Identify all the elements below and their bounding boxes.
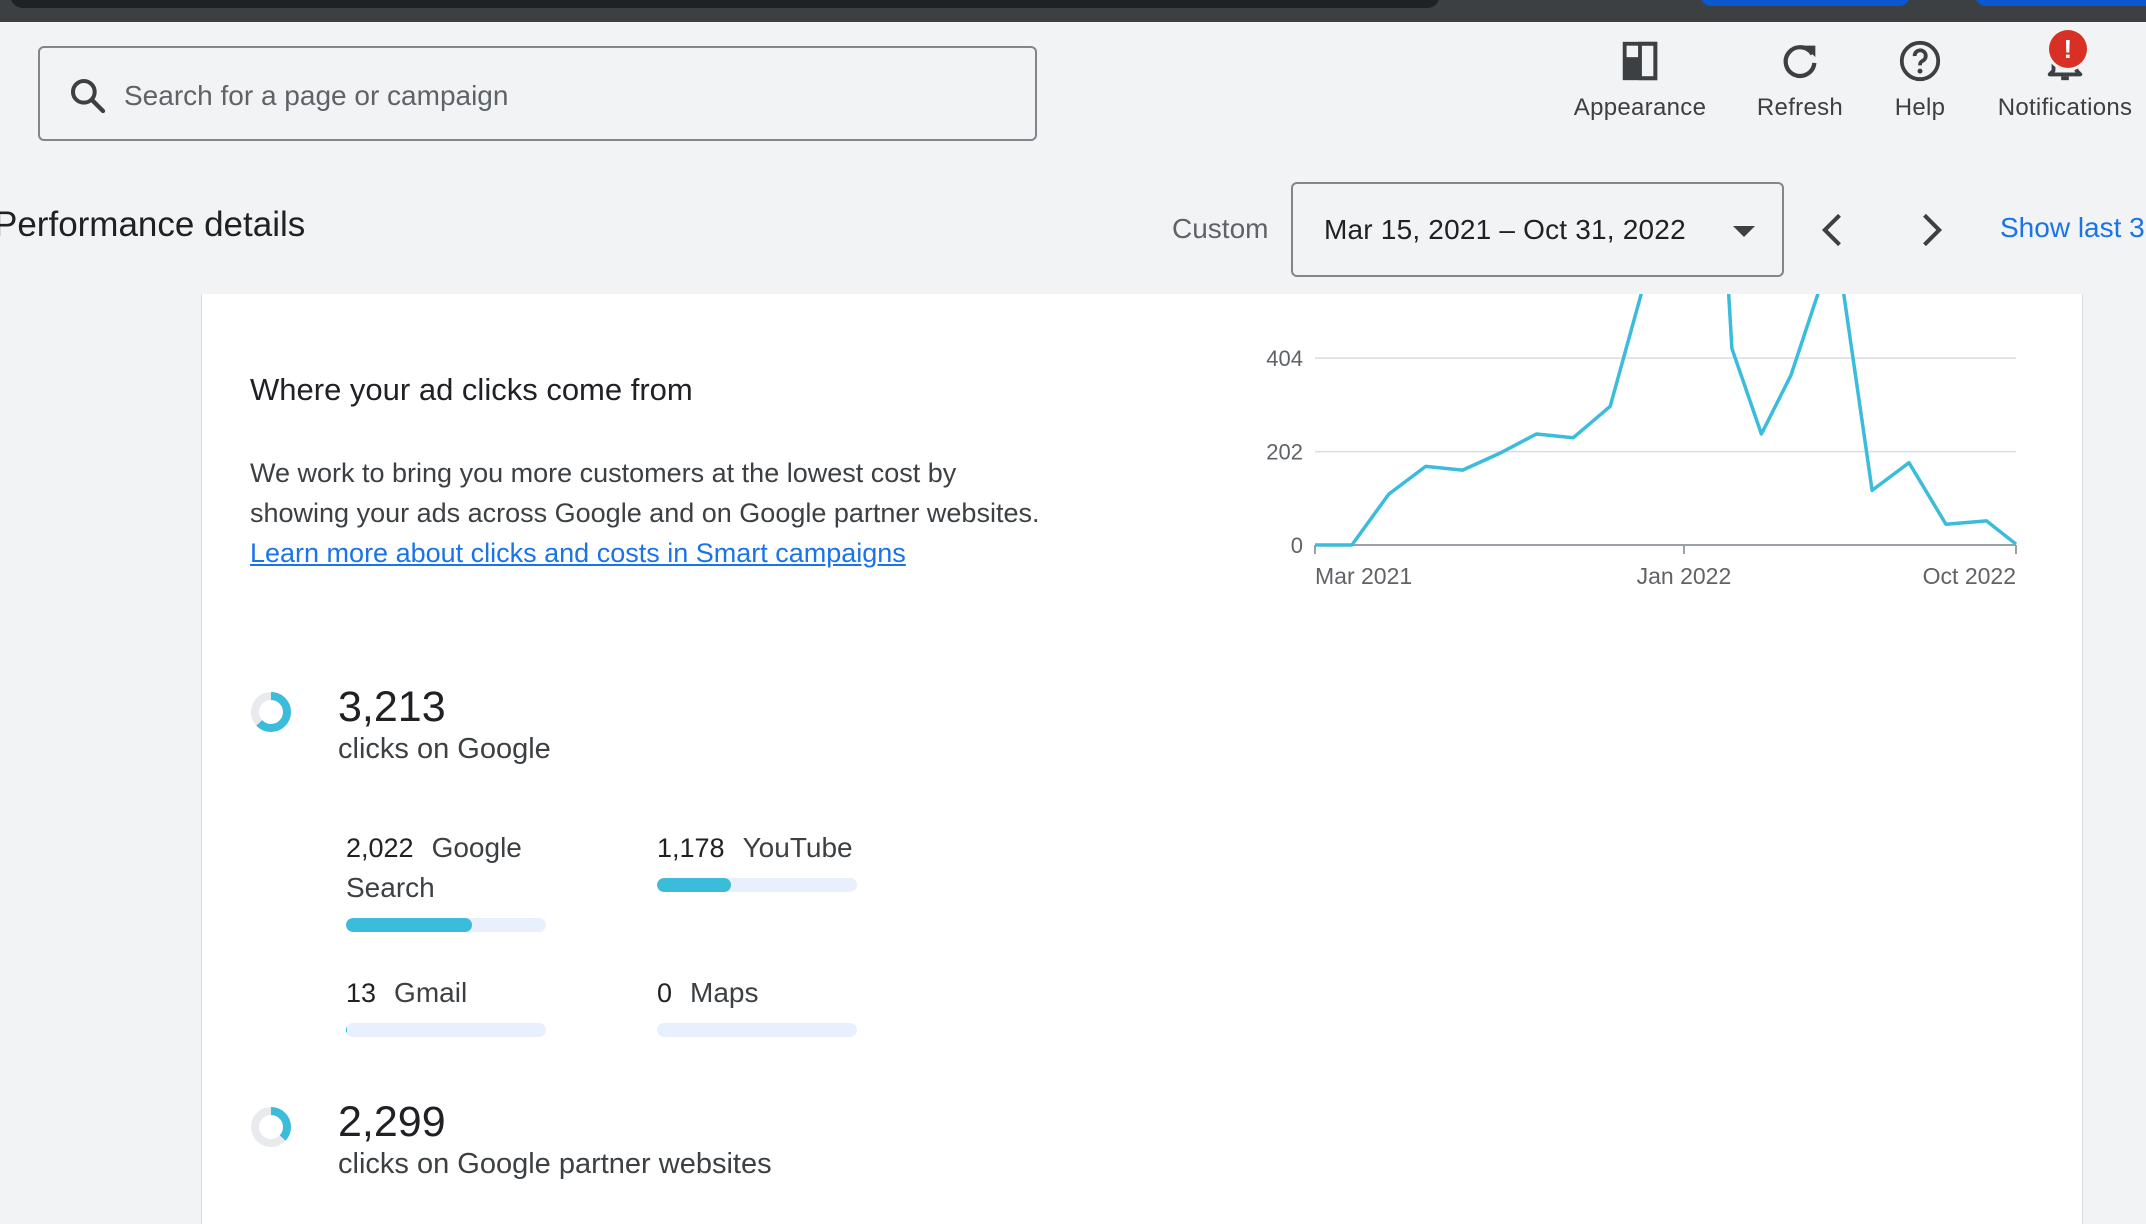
- partner-clicks-count: 2,299: [338, 1098, 446, 1146]
- appearance-button[interactable]: Appearance: [1570, 38, 1710, 122]
- page-title: Performance details: [0, 205, 306, 244]
- chevron-right-icon[interactable]: [1908, 208, 1952, 252]
- channel-maps: 0 Maps: [657, 973, 857, 1037]
- channel-bar-fill: [657, 878, 731, 892]
- show-last-link[interactable]: Show last 3: [2000, 212, 2145, 244]
- notifications-button[interactable]: ! Notifications: [1985, 30, 2145, 122]
- partner-clicks-ring: [251, 1107, 291, 1147]
- notifications-label: Notifications: [1997, 94, 2133, 121]
- y-tick-label: 0: [1291, 533, 1303, 558]
- y-tick-label: 202: [1266, 440, 1303, 465]
- help-icon: [1899, 40, 1941, 82]
- channel-bar: [346, 918, 546, 932]
- channel-google-search: 2,022 Google Search: [346, 828, 546, 932]
- top-chrome-strip: [0, 0, 2146, 22]
- search-input[interactable]: [122, 72, 1006, 120]
- appearance-icon: [1622, 41, 1658, 81]
- channel-youtube: 1,178 YouTube: [657, 828, 857, 892]
- refresh-icon: [1783, 45, 1817, 79]
- help-button[interactable]: Help: [1880, 38, 1960, 122]
- x-tick-label: Oct 2022: [1923, 563, 2016, 589]
- top-chrome-pill: [10, 0, 1440, 8]
- google-clicks-label: clicks on Google: [338, 733, 551, 765]
- channel-name: Maps: [690, 977, 759, 1008]
- google-clicks-count: 3,213: [338, 683, 446, 731]
- channel-bar-fill: [346, 918, 472, 932]
- search-icon: [71, 79, 106, 114]
- channel-count: 2,022: [346, 833, 414, 863]
- top-chrome-button[interactable]: [1975, 0, 2146, 6]
- search-box[interactable]: [38, 46, 1037, 141]
- refresh-label: Refresh: [1756, 94, 1844, 121]
- partner-clicks-label: clicks on Google partner websites: [338, 1148, 772, 1180]
- series-line: [1315, 294, 2018, 547]
- top-chrome-button[interactable]: [1700, 0, 1910, 6]
- x-tick-label: Mar 2021: [1315, 563, 1412, 589]
- date-range-type-label: Custom: [1172, 213, 1269, 244]
- dropdown-caret-icon: [1733, 226, 1755, 237]
- channel-gmail: 13 Gmail: [346, 973, 546, 1037]
- google-clicks-ring: [251, 692, 291, 732]
- channel-count: 0: [657, 978, 673, 1008]
- channel-count: 13: [346, 978, 377, 1008]
- learn-more-link[interactable]: Learn more about clicks and costs in Sma…: [250, 538, 906, 568]
- notification-badge: !: [2049, 30, 2087, 68]
- channel-name: Gmail: [394, 977, 468, 1008]
- section-description: We work to bring you more customers at t…: [250, 453, 1040, 573]
- help-label: Help: [1894, 94, 1946, 121]
- appearance-label: Appearance: [1573, 94, 1707, 121]
- date-range-select[interactable]: Mar 15, 2021 – Oct 31, 2022: [1291, 182, 1784, 277]
- y-tick-label: 404: [1266, 346, 1303, 371]
- channel-count: 1,178: [657, 833, 725, 863]
- date-range-value: Mar 15, 2021 – Oct 31, 2022: [1324, 214, 1686, 245]
- clicks-line-chart: 0 202 404 Mar 2021 Jan 2022 Oct 2022: [1266, 294, 2018, 589]
- x-tick-label: Jan 2022: [1637, 563, 1732, 589]
- channel-bar: [657, 878, 857, 892]
- refresh-button[interactable]: Refresh: [1750, 38, 1850, 122]
- channel-bar: [657, 1023, 857, 1037]
- channel-bar: [346, 1023, 546, 1037]
- channel-name: YouTube: [742, 832, 853, 863]
- section-title: Where your ad clicks come from: [250, 372, 693, 407]
- description-text: We work to bring you more customers at t…: [250, 458, 1040, 528]
- chevron-left-icon[interactable]: [1812, 208, 1856, 252]
